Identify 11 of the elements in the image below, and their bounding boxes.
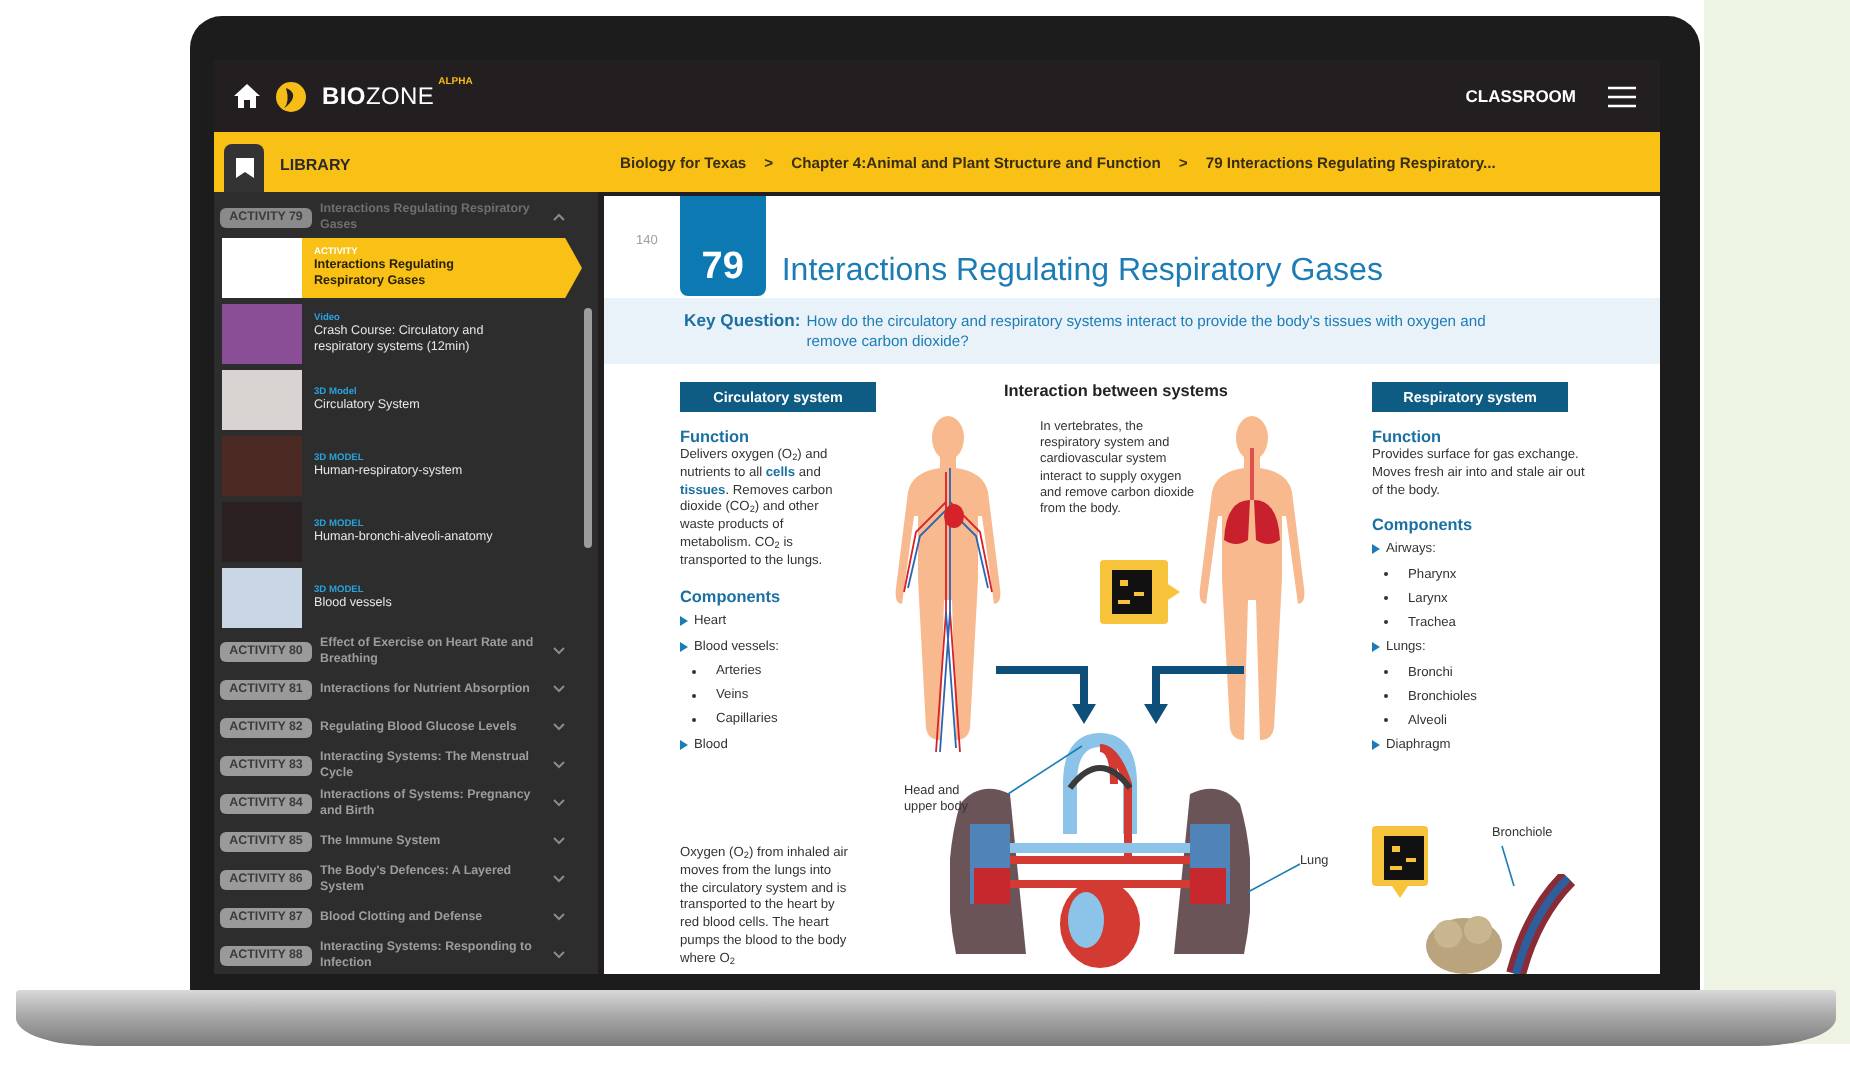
logo-text: BIOZONE (322, 82, 435, 110)
activity-title: Interactions Regulating Respiratory Gases (781, 254, 1383, 290)
activity-number: 79 (679, 196, 766, 296)
subheading: Components (1372, 516, 1475, 535)
library-label: LIBRARY (280, 156, 353, 174)
subheading: Components (680, 587, 783, 606)
figure-title: Interaction between systems (1004, 381, 1228, 400)
subheading: Function (1372, 427, 1444, 446)
subheading: Function (680, 427, 752, 446)
key-question-label: Key Question: (684, 310, 801, 334)
classroom-link[interactable]: CLASSROOM (1465, 86, 1576, 106)
